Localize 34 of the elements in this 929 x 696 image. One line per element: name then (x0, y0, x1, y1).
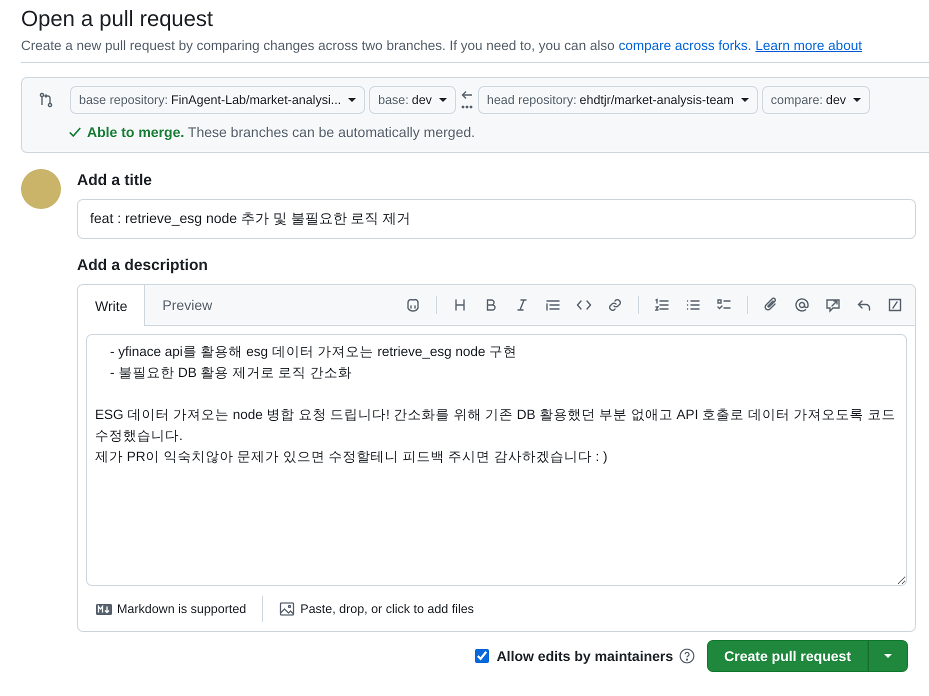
reference-icon[interactable] (825, 297, 841, 313)
mention-icon[interactable] (794, 297, 810, 313)
compare-forks-link[interactable]: compare across forks. (618, 38, 752, 53)
description-label: Add a description (77, 257, 209, 275)
merge-status-text: Able to merge. These branches can be automatically merged. (87, 124, 476, 140)
numbered-list-icon[interactable] (654, 297, 670, 313)
compare-arrows-icon (38, 92, 54, 108)
editor-tab[interactable]: Preview (145, 285, 230, 325)
subtitle-text: Create a new pull request by comparing changes across two branches. If you need to, you can also (21, 38, 615, 53)
left-arrow-icon (460, 89, 474, 111)
slash-icon[interactable] (887, 297, 903, 313)
link-icon[interactable] (607, 297, 623, 313)
attach-files-note[interactable]: Paste, drop, or click to add files (300, 602, 474, 616)
avatar (21, 169, 61, 209)
markdown-note[interactable]: Markdown is supported (117, 602, 246, 616)
create-pull-request-button[interactable]: Create pull request (707, 640, 868, 672)
branch-selector[interactable]: compare: dev (762, 86, 870, 114)
branch-selector[interactable]: head repository: ehdtjr/market-analysis-team (478, 86, 758, 114)
description-field[interactable]: - yfinace api를 활용해 esg 데이터 가져오는 retrieve_esg node 구현 - 불필요한 DB 활용 제거로 로직 간소화 ESG 데이터 가져오는 node 병합 요청 드립니다! 간소화를 위해 기존 DB 활용했던 부분 없애고 API 호출로 데이터 가져오도록 코드 수정했습니다. 제가 PR이 익숙치않아 문제가 있으면 수정할테니 피드백 주시면 감사하겠습니다 : ) (86, 334, 907, 586)
branch-selector[interactable]: base repository: FinAgent-Lab/market-analysi... (70, 86, 366, 114)
allow-edits-checkbox[interactable] (474, 649, 489, 663)
editor-tab[interactable]: Write (78, 285, 146, 326)
paperclip-icon[interactable] (763, 297, 779, 313)
learn-more-link[interactable]: Learn more about (755, 38, 862, 53)
check-icon (68, 125, 82, 139)
page-title: Open a pull request (21, 6, 214, 32)
branch-selector[interactable]: base: dev (369, 86, 456, 114)
title-field[interactable]: feat : retrieve_esg node 추가 및 불필요한 로직 제거 (77, 199, 916, 239)
title-label: Add a title (77, 172, 153, 190)
create-options-dropdown[interactable] (868, 640, 908, 672)
allow-edits-label: Allow edits by maintainers (496, 648, 674, 664)
help-icon[interactable] (679, 648, 696, 664)
markdown-icon (96, 604, 112, 614)
image-icon (279, 601, 296, 617)
